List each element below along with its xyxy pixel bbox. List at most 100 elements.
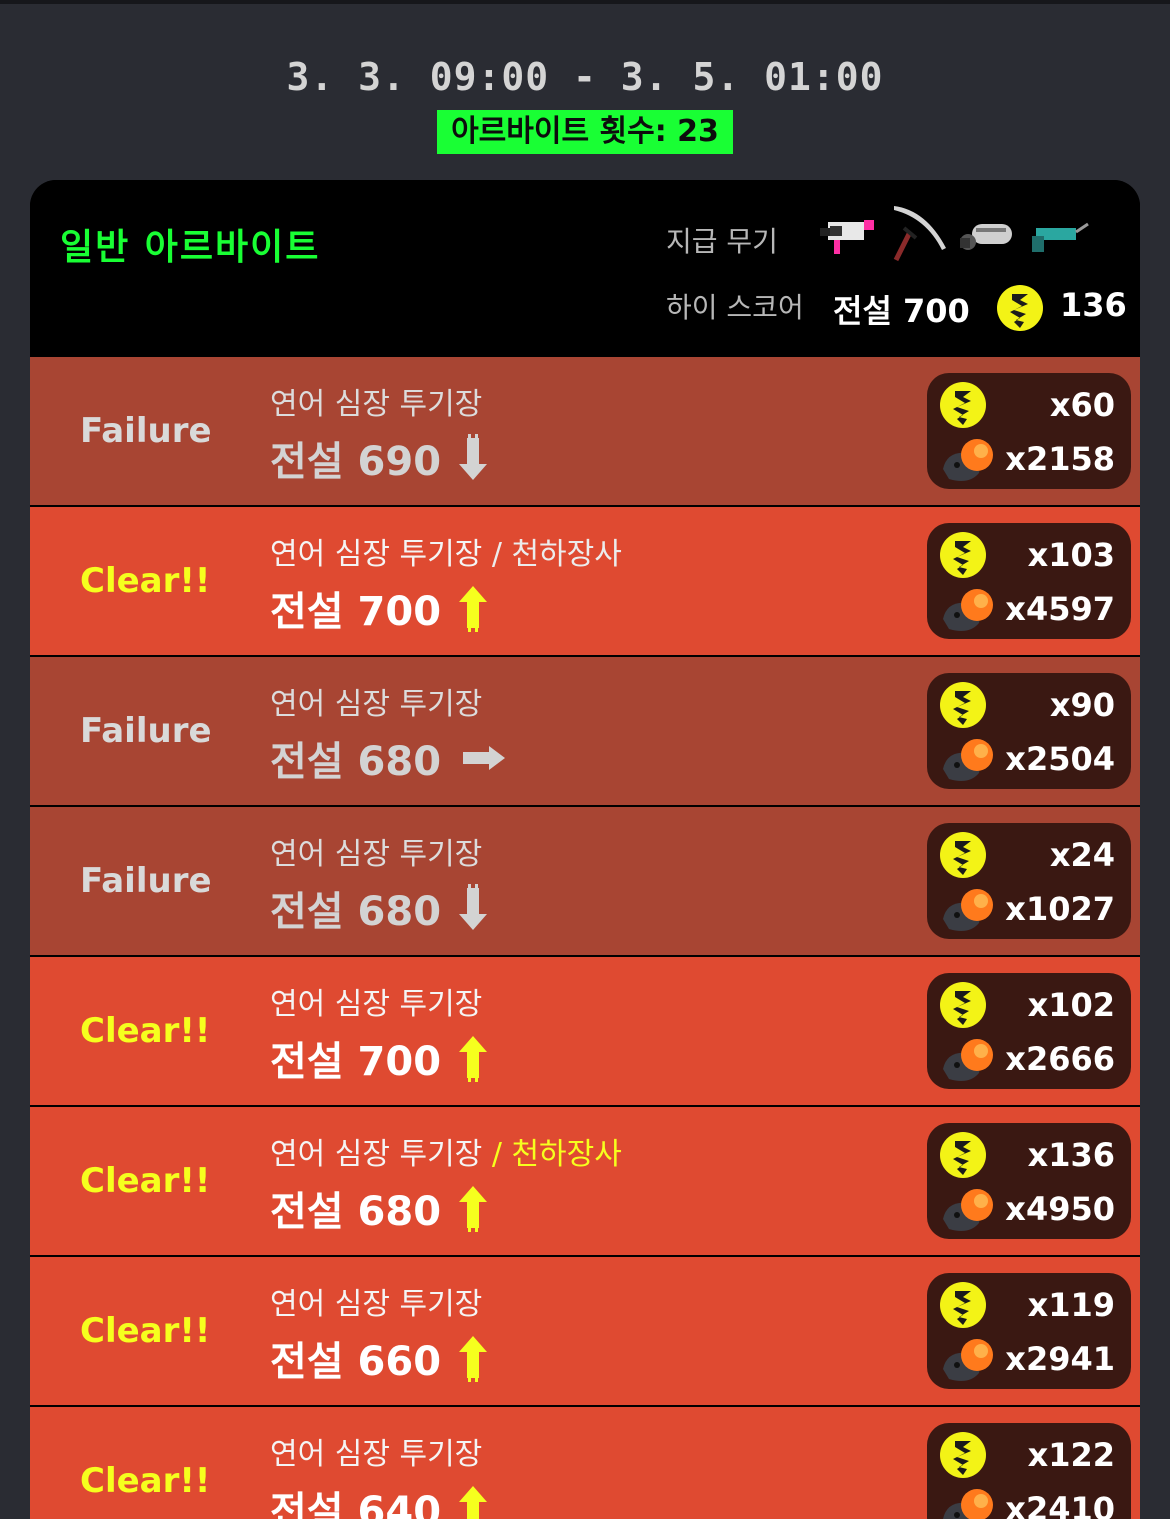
power-egg-icon xyxy=(943,1339,993,1381)
rotation-card: 일반 아르바이트 지급 무기 하이 스코어 전설 700 136 Failure… xyxy=(30,180,1140,1519)
grade-up-arrow-icon xyxy=(459,586,488,632)
power-egg-icon xyxy=(943,439,993,481)
golden-egg-count: x122 xyxy=(1027,1436,1115,1474)
job-grade-line: 전설 680 xyxy=(270,729,511,787)
job-row[interactable]: Clear!! 연어 심장 투기장 전설 660 x119 x2941 xyxy=(30,1257,1140,1405)
grade-down-arrow-icon xyxy=(459,434,488,480)
job-extra-label: / 천하장사 xyxy=(482,1137,622,1172)
power-egg-icon xyxy=(943,589,993,631)
weapons-label: 지급 무기 xyxy=(666,225,778,258)
grade-up-arrow-icon xyxy=(459,1486,488,1519)
job-result: Failure xyxy=(80,711,212,751)
grade-up-arrow-icon xyxy=(459,1336,488,1382)
job-rewards: x102 x2666 xyxy=(927,973,1131,1089)
job-grade-line: 전설 680 xyxy=(270,1179,491,1237)
golden-egg-icon xyxy=(940,982,986,1028)
power-egg-count: x2666 xyxy=(1005,1040,1115,1078)
power-egg-icon xyxy=(943,889,993,931)
high-score-grade: 전설 700 xyxy=(833,292,970,330)
golden-egg-count: x60 xyxy=(1049,386,1115,424)
job-result: Clear!! xyxy=(80,561,211,601)
golden-egg-icon xyxy=(940,682,986,728)
job-stage: 연어 심장 투기장 xyxy=(270,837,483,872)
golden-egg-icon xyxy=(940,1132,986,1178)
golden-egg-icon xyxy=(940,832,986,878)
job-rewards: x119 x2941 xyxy=(927,1273,1131,1389)
power-egg-count: x2504 xyxy=(1005,740,1115,778)
golden-egg-count: x24 xyxy=(1049,836,1115,874)
job-grade: 전설 680 xyxy=(270,889,442,935)
golden-egg-icon xyxy=(940,532,986,578)
job-count-badge: 아르바이트 횟수: 23 xyxy=(437,110,733,154)
job-rewards: x24 x1027 xyxy=(927,823,1131,939)
job-stage-line: 연어 심장 투기장 xyxy=(270,679,482,723)
golden-egg-icon xyxy=(997,285,1043,331)
job-grade: 전설 700 xyxy=(270,1039,442,1085)
job-grade: 전설 640 xyxy=(270,1489,442,1519)
job-stage: 연어 심장 투기장 xyxy=(270,1437,483,1472)
job-row[interactable]: Clear!! 연어 심장 투기장 전설 700 x102 x2666 xyxy=(30,957,1140,1105)
job-stage: 연어 심장 투기장 xyxy=(270,1137,483,1172)
golden-egg-icon xyxy=(940,382,986,428)
splatana-icon xyxy=(893,206,946,262)
rotation-period: 3. 3. 09:00 - 3. 5. 01:00 xyxy=(286,55,884,99)
nautilus-icon xyxy=(960,224,1012,250)
mode-title: 일반 아르바이트 xyxy=(60,227,321,268)
job-grade: 전설 680 xyxy=(270,739,442,785)
job-stage: 연어 심장 투기장 xyxy=(270,687,483,722)
job-stage-line: 연어 심장 투기장 / 천하장사 xyxy=(270,1129,622,1173)
top-edge xyxy=(0,0,1170,4)
job-extra-label: / 천하장사 xyxy=(482,537,622,572)
job-grade: 전설 700 xyxy=(270,589,442,635)
job-result: Failure xyxy=(80,861,212,901)
power-egg-count: x2410 xyxy=(1005,1490,1115,1519)
power-egg-icon xyxy=(943,1489,993,1519)
job-grade-line: 전설 700 xyxy=(270,1029,491,1087)
rotation-header: 3. 3. 09:00 - 3. 5. 01:00 아르바이트 횟수: 23 xyxy=(0,52,1170,154)
weapon-list xyxy=(816,202,1090,266)
job-grade-line: 전설 640 xyxy=(270,1479,491,1519)
job-stage-line: 연어 심장 투기장 xyxy=(270,829,482,873)
golden-egg-count: x103 xyxy=(1027,536,1115,574)
golden-egg-icon xyxy=(940,1282,986,1328)
golden-egg-count: x102 xyxy=(1027,986,1115,1024)
rotation-summary: 일반 아르바이트 지급 무기 하이 스코어 전설 700 136 xyxy=(30,180,1140,356)
power-egg-count: x2941 xyxy=(1005,1340,1115,1378)
job-row[interactable]: Failure 연어 심장 투기장전설 680 x24 x1027 xyxy=(30,807,1140,955)
job-grade-line: 전설 680 xyxy=(270,879,491,937)
job-stage: 연어 심장 투기장 xyxy=(270,1287,483,1322)
job-stage: 연어 심장 투기장 xyxy=(270,987,483,1022)
job-stage-line: 연어 심장 투기장 xyxy=(270,379,482,423)
power-egg-count: x1027 xyxy=(1005,890,1115,928)
power-egg-count: x4950 xyxy=(1005,1190,1115,1228)
job-row[interactable]: Clear!! 연어 심장 투기장 / 천하장사전설 680 x136 x4950 xyxy=(30,1107,1140,1255)
job-rewards: x136 x4950 xyxy=(927,1123,1131,1239)
power-egg-icon xyxy=(943,1039,993,1081)
job-grade: 전설 690 xyxy=(270,439,442,485)
high-score-label: 하이 스코어 xyxy=(666,291,804,324)
job-row[interactable]: Failure 연어 심장 투기장 전설 680 x90 x2504 xyxy=(30,657,1140,805)
job-stage-line: 연어 심장 투기장 xyxy=(270,1429,482,1473)
job-result: Clear!! xyxy=(80,1461,211,1501)
job-row[interactable]: Clear!! 연어 심장 투기장전설 640 x122 x2410 xyxy=(30,1407,1140,1519)
grade-up-arrow-icon xyxy=(459,1036,488,1082)
job-stage-line: 연어 심장 투기장 xyxy=(270,1279,482,1323)
splattershot-pro-icon xyxy=(820,220,874,254)
job-stage: 연어 심장 투기장 xyxy=(270,387,483,422)
grade-down-arrow-icon xyxy=(459,884,488,930)
high-score-golden-eggs: 136 xyxy=(1060,286,1127,324)
job-row[interactable]: Failure 연어 심장 투기장전설 690 x60 x2158 xyxy=(30,357,1140,505)
power-egg-count: x4597 xyxy=(1005,590,1115,628)
job-grade: 전설 660 xyxy=(270,1339,442,1385)
job-grade-line: 전설 690 xyxy=(270,429,491,487)
job-stage-line: 연어 심장 투기장 / 천하장사 xyxy=(270,529,622,573)
job-rewards: x60 x2158 xyxy=(927,373,1131,489)
golden-egg-count: x136 xyxy=(1027,1136,1115,1174)
job-rewards: x103 x4597 xyxy=(927,523,1131,639)
power-egg-count: x2158 xyxy=(1005,440,1115,478)
job-result: Failure xyxy=(80,411,212,451)
job-stage-line: 연어 심장 투기장 xyxy=(270,979,482,1023)
job-row[interactable]: Clear!! 연어 심장 투기장 / 천하장사전설 700 x103 x4597 xyxy=(30,507,1140,655)
grade-same-arrow-icon xyxy=(463,746,506,770)
job-result: Clear!! xyxy=(80,1161,211,1201)
